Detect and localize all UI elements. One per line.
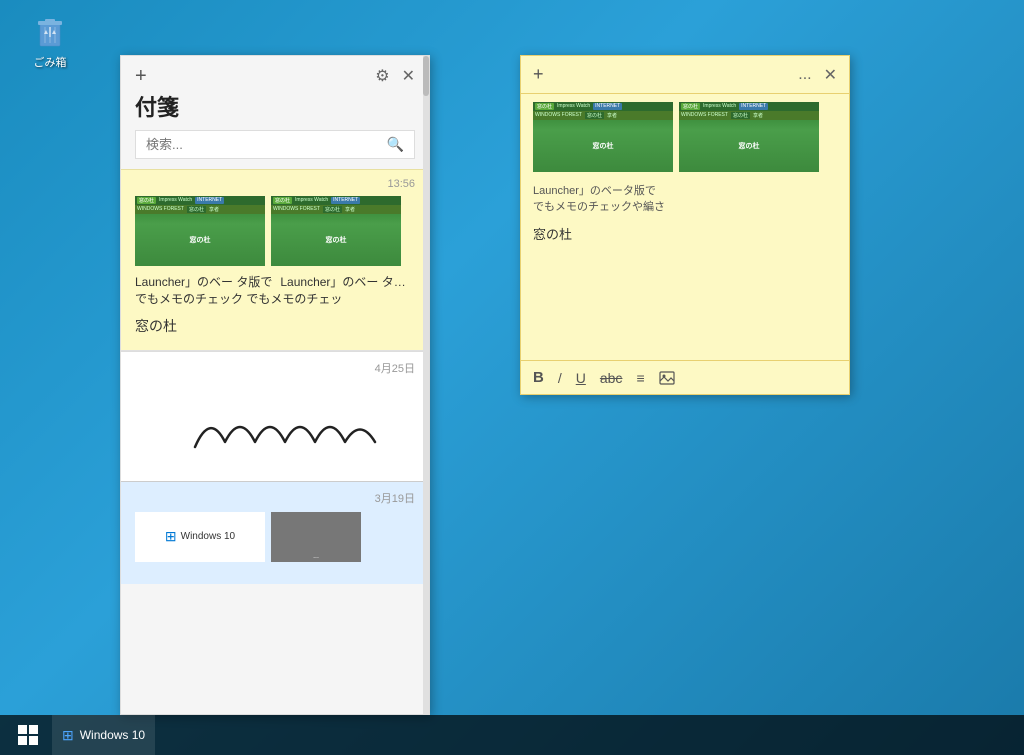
sticky-notes-list-panel: + ⚙ ✕ 付箋 🔍 13:56 窓の杜 Impress Watch — [120, 55, 430, 715]
notes-list: 13:56 窓の杜 Impress Watch INTERNET WINDOWS… — [121, 169, 429, 714]
note-time-2: 4月25日 — [135, 360, 415, 376]
note-image-thumb-1a: 窓の杜 Impress Watch INTERNET WINDOWS FORES… — [135, 196, 265, 266]
editor-add-button[interactable]: + — [533, 64, 544, 85]
editor-titlebar: + ... ✕ — [521, 56, 849, 94]
start-button[interactable] — [8, 715, 48, 755]
list-close-icon[interactable]: ✕ — [402, 66, 415, 86]
italic-separator: / — [558, 370, 562, 386]
note-card-3[interactable]: 3月19日 ⊞ Windows 10 ... — [121, 481, 429, 584]
list-settings-icon[interactable]: ⚙ — [375, 66, 389, 86]
editor-titlebar-right: ... ✕ — [798, 65, 837, 85]
list-add-button[interactable]: + — [135, 66, 147, 86]
note-time-3: 3月19日 — [135, 490, 415, 506]
editor-image-thumb-1: 窓の杜 Impress Watch INTERNET WINDOWS FORES… — [533, 102, 673, 172]
note-image-thumb-3b: ... — [271, 512, 361, 562]
taskbar: ⊞ Windows 10 — [0, 715, 1024, 755]
editor-text-lines: Launcher」のベータ版で でもメモのチェックや編さ — [521, 180, 849, 218]
recycle-bin-label: ごみ箱 — [34, 54, 67, 70]
note-image-thumb-3: ⊞ Windows 10 — [135, 512, 265, 562]
list-panel-title: 付箋 — [121, 90, 429, 130]
image-button[interactable] — [659, 371, 675, 385]
list-titlebar: + ⚙ ✕ — [121, 56, 429, 86]
underline-button[interactable]: U — [576, 370, 586, 386]
note-card-1[interactable]: 13:56 窓の杜 Impress Watch INTERNET WINDOWS… — [121, 169, 429, 351]
recycle-bin-icon — [30, 10, 70, 50]
note-time-1: 13:56 — [135, 178, 415, 190]
taskbar-app-label: Windows 10 — [80, 728, 145, 742]
scroll-thumb[interactable] — [423, 56, 429, 96]
list-titlebar-right: ⚙ ✕ — [375, 66, 415, 86]
list-button[interactable]: ≡ — [636, 370, 644, 386]
strikethrough-button[interactable]: abc — [600, 370, 623, 386]
windows-logo-icon — [18, 725, 38, 745]
taskbar-windows-app[interactable]: ⊞ Windows 10 — [52, 715, 155, 755]
note-images-1: 窓の杜 Impress Watch INTERNET WINDOWS FORES… — [135, 196, 415, 266]
editor-more-icon[interactable]: ... — [798, 66, 811, 84]
editor-text-line2: でもメモのチェックや編さ — [533, 198, 837, 214]
scrollbar[interactable] — [423, 56, 429, 714]
sketch-drawing — [135, 382, 415, 462]
search-bar[interactable]: 🔍 — [135, 130, 415, 159]
note-content-1: 窓の杜 — [135, 316, 415, 336]
note-text-line1: Launcher」のベー タ版でLauncher」のベー タ版で — [135, 274, 415, 291]
note-image-thumb-1b: 窓の杜 Impress Watch INTERNET WINDOWS FORES… — [271, 196, 401, 266]
note-text-line2: でもメモのチェック でもメモのチェッ — [135, 291, 415, 308]
editor-image-thumb-2: 窓の杜 Impress Watch INTERNET WINDOWS FORES… — [679, 102, 819, 172]
editor-body-text: 窓の杜 — [533, 227, 572, 242]
editor-text-line1: Launcher」のベータ版で — [533, 182, 837, 198]
editor-images: 窓の杜 Impress Watch INTERNET WINDOWS FORES… — [521, 94, 849, 180]
editor-close-icon[interactable]: ✕ — [824, 65, 837, 85]
desktop-recycle-bin[interactable]: ごみ箱 — [20, 10, 80, 70]
note-card-2[interactable]: 4月25日 — [121, 351, 429, 481]
search-icon: 🔍 — [387, 136, 404, 153]
editor-toolbar: B / U abc ≡ — [521, 360, 849, 394]
search-input[interactable] — [146, 137, 387, 152]
note-editor-panel: + ... ✕ 窓の杜 Impress Watch INTERNET WINDO… — [520, 55, 850, 395]
note-images-3: ⊞ Windows 10 ... — [135, 512, 415, 562]
windows-app-logo: ⊞ — [62, 727, 74, 744]
bold-button[interactable]: B — [533, 369, 544, 386]
editor-body[interactable]: 窓の杜 — [521, 218, 849, 360]
